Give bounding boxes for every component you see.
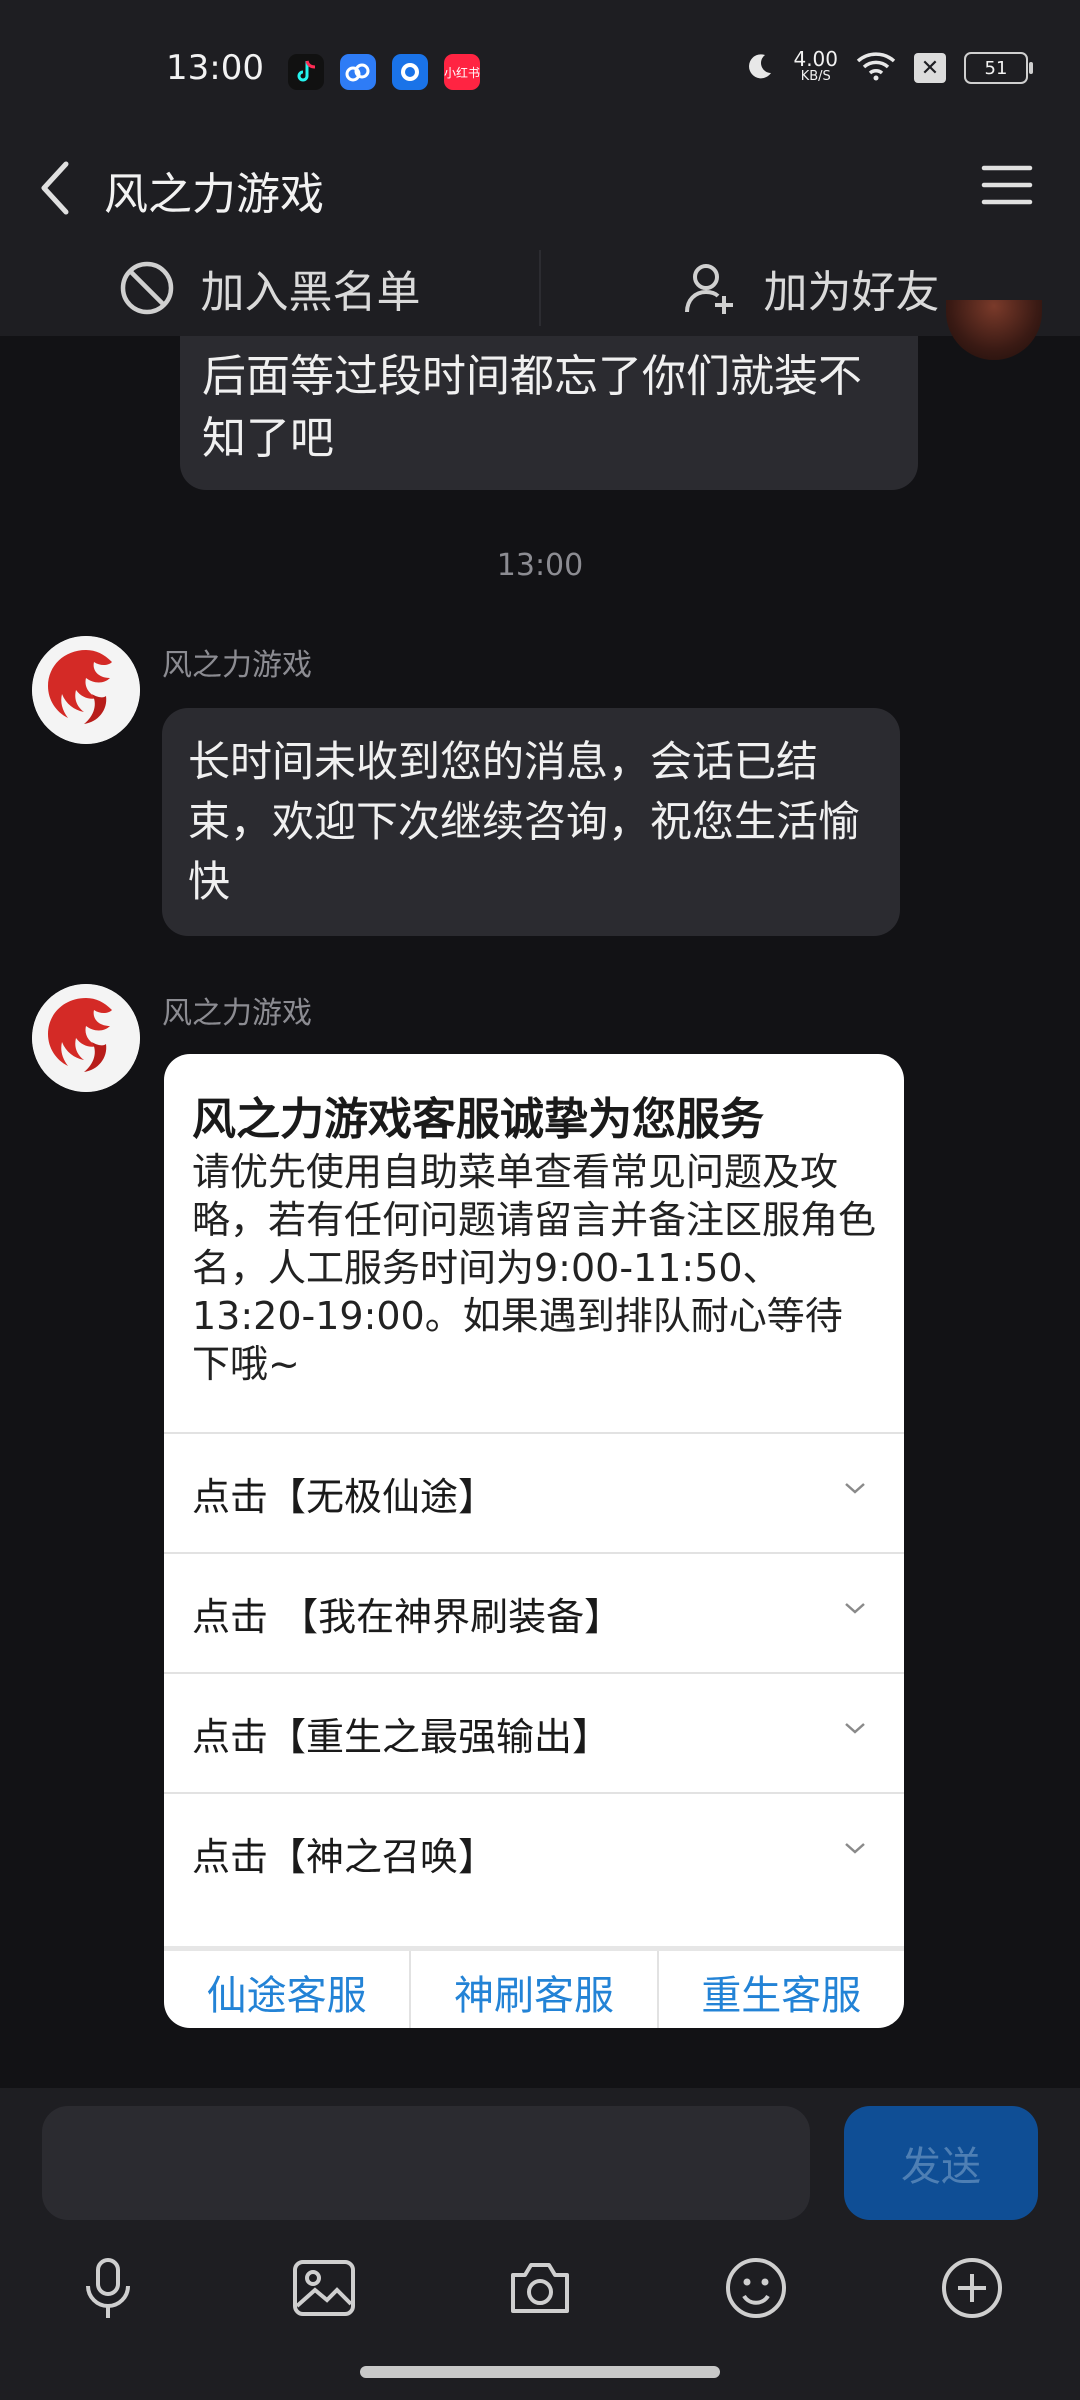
sender-name: 风之力游戏: [162, 996, 312, 1031]
wifi-icon: [856, 51, 896, 85]
status-bar: 13:00 小红书 4.00 KB/S ✕ 51: [0, 0, 1080, 140]
service-menu-card: 风之力游戏客服诚挚为您服务 请优先使用自助菜单查看常见问题及攻略，若有任何问题请…: [164, 1054, 904, 2028]
chevron-down-icon: [845, 1723, 865, 1734]
browser-icon: [392, 54, 428, 90]
card-header: 风之力游戏客服诚挚为您服务 请优先使用自助菜单查看常见问题及攻略，若有任何问题请…: [164, 1054, 904, 1414]
avatar[interactable]: [32, 636, 140, 744]
add-friend-label: 加为好友: [763, 267, 940, 318]
block-label: 加入黑名单: [200, 267, 421, 318]
send-button[interactable]: 发送: [844, 2106, 1038, 2220]
block-icon: [120, 261, 173, 315]
menu-item-wuji[interactable]: 点击【无极仙途】: [164, 1432, 904, 1552]
menu-item-shenzhi[interactable]: 点击【神之召唤】: [164, 1792, 904, 1912]
chevron-down-icon: [845, 1483, 865, 1494]
sender-name: 风之力游戏: [162, 648, 312, 683]
card-footer: 仙途客服 神刷客服 重生客服: [164, 1946, 904, 2028]
input-area: 发送: [0, 2088, 1080, 2400]
moon-icon: [745, 51, 775, 85]
cloud-icon: [340, 54, 376, 90]
chevron-left-icon: [41, 161, 69, 215]
xiantu-service-button[interactable]: 仙途客服: [164, 1951, 409, 2028]
status-time: 13:00: [166, 48, 264, 88]
status-app-icons: 小红书: [288, 54, 480, 90]
chevron-down-icon: [845, 1603, 865, 1614]
camera-icon[interactable]: [500, 2248, 580, 2328]
network-speed: 4.00 KB/S: [793, 47, 838, 84]
menu-item-shenjie[interactable]: 点击 【我在神界刷装备】: [164, 1552, 904, 1672]
chongsheng-service-button[interactable]: 重生客服: [656, 1951, 904, 2028]
card-title: 风之力游戏客服诚挚为您服务: [192, 1094, 764, 1145]
emoji-icon[interactable]: [716, 2248, 796, 2328]
microphone-icon[interactable]: [68, 2248, 148, 2328]
home-indicator[interactable]: [360, 2366, 720, 2378]
menu-item-label: 点击【无极仙途】: [192, 1474, 497, 1519]
xiaohongshu-icon: 小红书: [444, 54, 480, 90]
hamburger-icon: [981, 165, 1033, 205]
add-user-icon: [684, 264, 733, 314]
battery-indicator: 51: [964, 52, 1033, 84]
logo-icon: [32, 636, 140, 744]
menu-item-label: 点击【重生之最强输出】: [192, 1714, 611, 1759]
image-icon[interactable]: [284, 2248, 364, 2328]
menu-item-label: 点击【神之召唤】: [192, 1834, 497, 1879]
block-button[interactable]: 加入黑名单: [0, 240, 539, 336]
page-title: 风之力游戏: [104, 169, 324, 220]
self-avatar[interactable]: [946, 300, 1042, 360]
menu-item-chongsheng[interactable]: 点击【重生之最强输出】: [164, 1672, 904, 1792]
incoming-message[interactable]: 长时间未收到您的消息，会话已结束，欢迎下次继续咨询，祝您生活愉快: [162, 708, 900, 936]
outgoing-message[interactable]: 后面等过段时间都忘了你们就装不知了吧: [180, 336, 918, 490]
status-indicators: 4.00 KB/S ✕ 51: [745, 47, 1033, 86]
card-body: 请优先使用自助菜单查看常见问题及攻略，若有任何问题请留言并备注区服角色名，人工服…: [192, 1150, 877, 1386]
sim-off-icon: ✕: [914, 53, 946, 83]
shenshua-service-button[interactable]: 神刷客服: [409, 1951, 656, 2028]
message-timestamp: 13:00: [496, 548, 584, 583]
logo-icon: [32, 984, 140, 1092]
back-button[interactable]: [36, 148, 76, 228]
menu-button[interactable]: [976, 154, 1038, 216]
chevron-down-icon: [845, 1843, 865, 1854]
menu-item-label: 点击 【我在神界刷装备】: [192, 1594, 623, 1639]
chat-header: 风之力游戏: [0, 140, 1080, 240]
tiktok-icon: [288, 54, 324, 90]
plus-icon[interactable]: [932, 2248, 1012, 2328]
message-input[interactable]: [42, 2106, 810, 2220]
avatar[interactable]: [32, 984, 140, 1092]
action-bar: 加入黑名单 加为好友: [0, 240, 1080, 336]
